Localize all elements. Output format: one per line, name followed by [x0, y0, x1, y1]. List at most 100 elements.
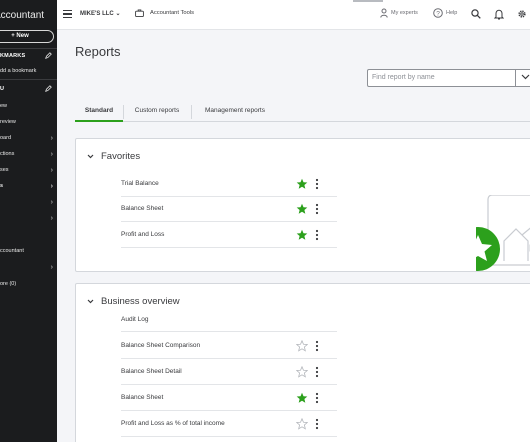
person-icon — [380, 8, 388, 18]
more-options-icon[interactable] — [315, 178, 319, 190]
star-filled-icon[interactable] — [296, 203, 308, 215]
sidebar-item[interactable]: ctions › — [0, 151, 57, 158]
more-options-icon[interactable] — [315, 229, 319, 241]
report-row[interactable]: Trial Balance — [121, 171, 337, 197]
sidebar-item-label: ses — [0, 167, 9, 173]
more-options-icon[interactable] — [315, 366, 319, 378]
report-name[interactable]: Profit and Loss — [121, 231, 164, 238]
business-overview-toggle[interactable]: Business overview — [87, 296, 180, 307]
report-name[interactable]: Audit Log — [121, 316, 148, 323]
favorites-section: Favorites Trial Balance Balance Sheet Pr… — [75, 138, 530, 272]
report-row[interactable]: Balance Sheet Comparison — [121, 333, 337, 359]
report-row[interactable]: Balance Sheet Detail — [121, 359, 337, 385]
new-button[interactable]: + New — [0, 30, 54, 43]
more-options-icon[interactable] — [315, 418, 319, 430]
star-outline-icon[interactable] — [296, 366, 308, 378]
sidebar-item[interactable]: s › — [0, 183, 57, 190]
chevron-down-icon — [87, 154, 94, 159]
more-options-icon[interactable] — [315, 392, 319, 404]
chevron-down-icon — [521, 74, 530, 80]
star-outline-icon[interactable] — [296, 418, 308, 430]
accountant-tools-button[interactable]: Accountant Tools — [135, 9, 194, 17]
report-row[interactable]: Profit and Loss — [121, 222, 337, 248]
sidebar-item-label: s — [0, 183, 4, 189]
sidebar-item[interactable]: review — [0, 119, 57, 125]
search-icon[interactable] — [471, 9, 481, 19]
report-row[interactable]: Profit and Loss as % of total income — [121, 411, 337, 437]
hamburger-menu-icon[interactable] — [63, 10, 72, 18]
company-switcher[interactable]: MIKE'S LLC ⌄ — [80, 10, 120, 17]
search-dropdown-toggle[interactable] — [515, 69, 530, 87]
report-tabs: Standard Custom reports Management repor… — [75, 102, 530, 122]
bell-icon[interactable] — [494, 9, 504, 20]
more-options-icon[interactable] — [315, 340, 319, 352]
report-name[interactable]: Balance Sheet Comparison — [121, 342, 200, 349]
company-name: MIKE'S LLC — [80, 11, 114, 17]
sidebar-brand: Accountant — [0, 10, 45, 21]
tab-management-reports[interactable]: Management reports — [191, 102, 279, 122]
report-name[interactable]: Balance Sheet Detail — [121, 368, 182, 375]
tab-standard[interactable]: Standard — [75, 102, 123, 122]
report-name[interactable]: Profit and Loss as % of total income — [121, 420, 225, 427]
sidebar-divider — [0, 79, 57, 80]
help-button[interactable]: ? Help — [433, 8, 457, 18]
sidebar-item[interactable]: ew — [0, 103, 57, 109]
page-title: Reports — [75, 44, 121, 59]
gear-icon[interactable] — [517, 9, 527, 19]
edit-bookmarks-icon[interactable] — [45, 52, 52, 59]
report-name[interactable]: Balance Sheet — [121, 394, 163, 401]
report-row[interactable]: Balance Sheet — [121, 196, 337, 222]
report-name[interactable]: Trial Balance — [121, 180, 159, 187]
edit-menu-icon[interactable] — [45, 85, 52, 92]
chevron-right-icon: › — [50, 151, 53, 158]
business-overview-section: Business overview Audit Log Balance Shee… — [75, 283, 530, 442]
chevron-right-icon: › — [50, 264, 53, 271]
report-row[interactable]: Audit Log — [121, 307, 337, 332]
sidebar-item[interactable]: ccountant — [0, 248, 57, 254]
svg-text:?: ? — [436, 10, 440, 17]
briefcase-icon — [135, 9, 144, 17]
accountant-tools-label: Accountant Tools — [150, 10, 195, 16]
top-bar: MIKE'S LLC ⌄ Accountant Tools My experts… — [57, 0, 530, 30]
sidebar-item-label: ew — [0, 103, 8, 109]
bookmarks-header: KMARKS — [0, 53, 26, 59]
chevron-right-icon: › — [50, 199, 53, 206]
my-experts-label: My experts — [391, 10, 418, 16]
sidebar-divider — [0, 48, 57, 49]
favorites-toggle[interactable]: Favorites — [87, 151, 140, 162]
chevron-down-icon — [87, 299, 94, 304]
left-sidebar: Accountant + New KMARKS dd a bookmark U … — [0, 0, 57, 442]
chevron-right-icon: › — [50, 167, 53, 174]
sidebar-item-label: oard — [0, 135, 12, 141]
chevron-down-icon: ⌄ — [115, 11, 121, 17]
star-filled-icon[interactable] — [296, 392, 308, 404]
search-input[interactable]: Find report by name — [372, 74, 435, 81]
my-experts-button[interactable]: My experts — [380, 8, 418, 18]
section-title: Business overview — [101, 296, 180, 307]
sidebar-item-label: ccountant — [0, 248, 24, 254]
add-bookmark-link[interactable]: dd a bookmark — [0, 68, 36, 74]
favorites-illustration — [476, 195, 530, 271]
more-options-icon[interactable] — [315, 203, 319, 215]
sidebar-item-label: ctions — [0, 151, 15, 157]
star-outline-icon[interactable] — [296, 340, 308, 352]
section-title: Favorites — [101, 151, 141, 162]
sidebar-item[interactable]: ore (0) — [0, 281, 57, 287]
sidebar-item[interactable]: oard › — [0, 135, 57, 142]
tab-custom-reports[interactable]: Custom reports — [123, 102, 191, 122]
report-row[interactable]: Balance Sheet — [121, 385, 337, 411]
help-icon: ? — [433, 8, 443, 18]
menu-header: U — [0, 86, 5, 92]
scroll-indicator — [353, 0, 383, 2]
help-label: Help — [446, 10, 458, 16]
sidebar-item[interactable]: ses › — [0, 167, 57, 174]
chevron-right-icon: › — [50, 215, 53, 222]
chevron-right-icon: › — [50, 183, 53, 190]
chevron-right-icon: › — [50, 135, 53, 142]
find-report-search[interactable]: Find report by name — [367, 69, 530, 87]
sidebar-item-label: ore (0) — [0, 281, 17, 287]
star-filled-icon[interactable] — [296, 178, 308, 190]
star-filled-icon[interactable] — [296, 229, 308, 241]
sidebar-item-label: review — [0, 119, 16, 125]
report-name[interactable]: Balance Sheet — [121, 205, 163, 212]
